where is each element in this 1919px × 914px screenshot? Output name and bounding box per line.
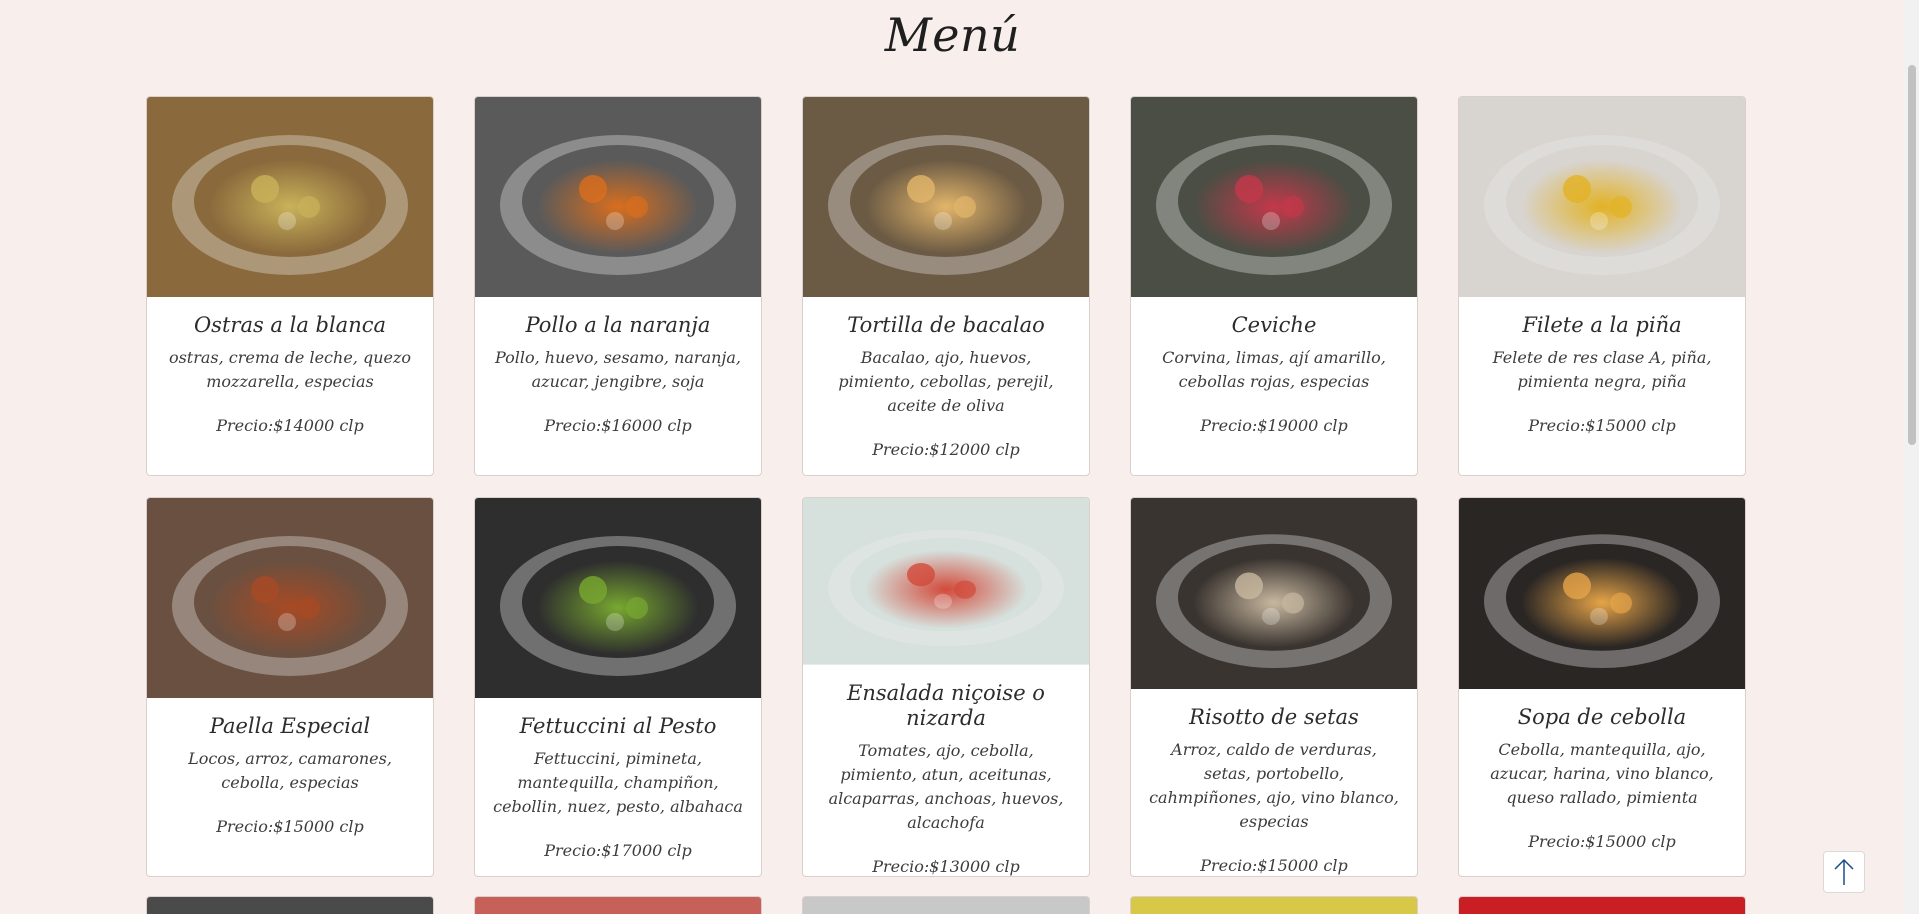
dish-price: Precio:$13000 clp	[872, 857, 1020, 876]
dish-description: Fettuccini, pimineta, mantequilla, champ…	[493, 749, 743, 817]
dish-name: Filete a la piña	[1522, 313, 1682, 337]
dish-name: Ostras a la blanca	[193, 313, 387, 337]
onion-soup-photo	[1459, 498, 1745, 689]
dish-price: Precio:$15000 clp	[216, 817, 364, 837]
dish-price: Precio:$15000 clp	[1528, 832, 1676, 852]
menu-card: Tortilla de bacalao Bacalao, ajo, huevos,…	[802, 96, 1090, 476]
dish-price: Precio:$19000 clp	[1200, 416, 1348, 436]
dish-name: Ceviche	[1231, 313, 1317, 337]
menu-grid: Ostras a la blanca ostras, crema de leche…	[146, 96, 1746, 877]
menu-card-partial	[146, 896, 434, 914]
oysters-photo	[147, 97, 433, 297]
menu-card: Pollo a la naranja Pollo, huevo, sesamo, …	[474, 96, 762, 476]
page-title: Menú	[884, 8, 1021, 62]
steak-photo	[1459, 97, 1745, 297]
dish-price: Precio:$14000 clp	[216, 416, 364, 436]
tortilla-photo	[803, 97, 1089, 297]
scrollbar-thumb[interactable]	[1908, 65, 1916, 445]
menu-card-partial	[474, 896, 762, 914]
menu-card: Ceviche Corvina, limas, ají amarillo, ceb…	[1130, 96, 1418, 476]
menu-card-partial	[802, 896, 1090, 914]
dish-price: Precio:$15000 clp	[1528, 416, 1676, 436]
arrow-up-icon	[1834, 858, 1854, 885]
dish-price: Precio:$15000 clp	[1200, 856, 1348, 876]
vertical-scrollbar[interactable]	[1905, 0, 1919, 913]
card-body: Paella Especial Locos, arroz, camarones, …	[147, 698, 433, 876]
card-body: Ensalada niçoise o nizarda Tomates, ajo, …	[803, 665, 1089, 876]
dish-name: Tortilla de bacalao	[847, 313, 1045, 337]
next-row-cards	[146, 896, 1746, 914]
card-body: Fettuccini al Pesto Fettuccini, pimineta,…	[475, 698, 761, 876]
dish-description: ostras, crema de leche, quezo mozzarella…	[168, 348, 412, 392]
paella-photo	[147, 498, 433, 698]
dish-name: Risotto de setas	[1189, 705, 1359, 729]
menu-card-partial	[1130, 896, 1418, 914]
card-body: Pollo a la naranja Pollo, huevo, sesamo, …	[475, 297, 761, 475]
menu-card: Risotto de setas Arroz, caldo de verduras…	[1130, 497, 1418, 877]
menu-card: Ensalada niçoise o nizarda Tomates, ajo, …	[802, 497, 1090, 877]
dish-description: Corvina, limas, ají amarillo, cebollas r…	[1162, 348, 1386, 392]
salad-photo	[803, 498, 1089, 665]
dish-name: Sopa de cebolla	[1517, 705, 1687, 729]
orange-chicken-photo	[475, 97, 761, 297]
pesto-photo	[475, 498, 761, 698]
menu-card: Paella Especial Locos, arroz, camarones, …	[146, 497, 434, 877]
ceviche-photo	[1131, 97, 1417, 297]
dish-price: Precio:$12000 clp	[872, 440, 1020, 460]
menu-card: Fettuccini al Pesto Fettuccini, pimineta,…	[474, 497, 762, 877]
card-body: Ceviche Corvina, limas, ají amarillo, ceb…	[1131, 297, 1417, 475]
dish-description: Pollo, huevo, sesamo, naranja, azucar, j…	[494, 348, 742, 392]
back-to-top-button[interactable]	[1823, 851, 1865, 893]
card-body: Risotto de setas Arroz, caldo de verduras…	[1131, 689, 1417, 876]
dish-description: Arroz, caldo de verduras, setas, portobe…	[1149, 740, 1399, 832]
menu-card: Sopa de cebolla Cebolla, mantequilla, ajo…	[1458, 497, 1746, 877]
menu-card: Filete a la piña Felete de res clase A, p…	[1458, 96, 1746, 476]
dish-description: Tomates, ajo, cebolla, pimiento, atun, a…	[828, 741, 1064, 832]
dish-price: Precio:$17000 clp	[544, 841, 692, 861]
dish-name: Ensalada niçoise o nizarda	[847, 680, 1045, 730]
dish-name: Fettuccini al Pesto	[519, 714, 717, 738]
dish-name: Pollo a la naranja	[525, 313, 711, 337]
menu-card-partial	[1458, 896, 1746, 914]
dish-description: Cebolla, mantequilla, ajo, azucar, harin…	[1490, 740, 1714, 808]
dish-description: Felete de res clase A, piña, pimienta ne…	[1492, 348, 1712, 392]
dish-description: Locos, arroz, camarones, cebolla, especi…	[188, 749, 392, 793]
card-body: Sopa de cebolla Cebolla, mantequilla, ajo…	[1459, 689, 1745, 876]
card-body: Ostras a la blanca ostras, crema de leche…	[147, 297, 433, 475]
dish-description: Bacalao, ajo, huevos, pimiento, cebollas…	[838, 348, 1054, 416]
card-body: Tortilla de bacalao Bacalao, ajo, huevos,…	[803, 297, 1089, 475]
menu-card: Ostras a la blanca ostras, crema de leche…	[146, 96, 434, 476]
dish-price: Precio:$16000 clp	[544, 416, 692, 436]
dish-name: Paella Especial	[209, 714, 371, 738]
card-body: Filete a la piña Felete de res clase A, p…	[1459, 297, 1745, 475]
risotto-photo	[1131, 498, 1417, 689]
menu-page: Menú Ostras a la blanca ostras, crema de …	[0, 0, 1905, 914]
